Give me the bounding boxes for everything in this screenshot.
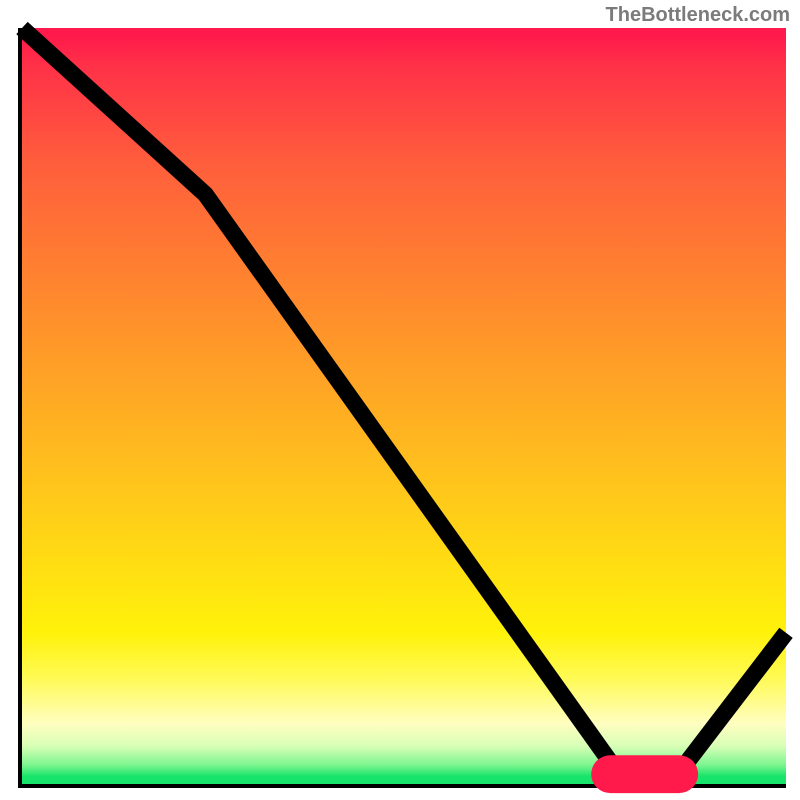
- chart-svg: [22, 28, 786, 784]
- bottleneck-chart: TheBottleneck.com: [0, 0, 800, 800]
- source-watermark: TheBottleneck.com: [606, 4, 790, 27]
- bottleneck-curve-line: [22, 28, 786, 773]
- plot-area: [18, 28, 786, 788]
